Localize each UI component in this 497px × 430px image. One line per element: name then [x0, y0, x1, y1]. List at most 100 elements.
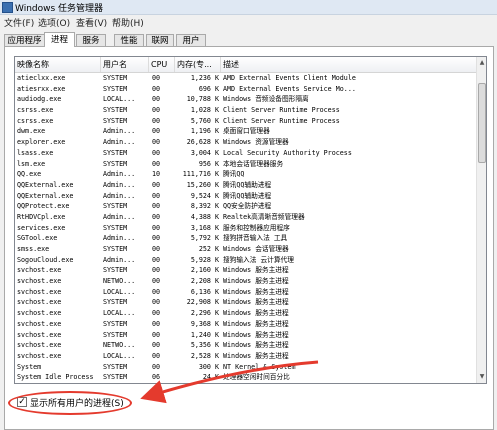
column-image-name[interactable]: 映像名称 [15, 57, 101, 72]
cell-memory: 2,160 K [190, 266, 219, 275]
table-row[interactable]: System Idle Process SYSTEM 06 24 K 处理器空闲时间百分… [15, 372, 476, 383]
cell-description: Realtek高清晰音频管理器 [223, 212, 305, 221]
cell-cpu: 00 [152, 95, 161, 104]
table-row[interactable]: services.exe SYSTEM 00 3,168 K 服务和控制器应用程序 [15, 223, 476, 234]
column-description[interactable]: 描述 [221, 57, 476, 72]
cell-memory: 24 K [202, 373, 219, 382]
cell-image-name: smss.exe [17, 245, 50, 253]
cell-image-name: csrss.exe [17, 116, 54, 125]
vertical-scrollbar[interactable]: ▲ ▼ [476, 57, 486, 383]
tab-services[interactable]: 服务 [76, 34, 106, 46]
cell-memory: 300 K [198, 362, 219, 371]
table-row[interactable]: lsass.exe SYSTEM 00 3,004 K Local Security A… [15, 148, 476, 159]
cell-user-name: SYSTEM [103, 159, 128, 168]
cell-user-name: NETWO... [103, 341, 136, 350]
cell-cpu: 00 [152, 116, 161, 125]
cell-description: 本地会话管理器服务 [223, 159, 284, 168]
cell-image-name: lsm.exe [17, 159, 46, 168]
cell-user-name: Admin... [103, 127, 136, 136]
cell-memory: 1,028 K [190, 106, 219, 115]
table-row[interactable]: RtHDVCpl.exe Admin... 00 4,388 K Realtek高清晰音… [15, 212, 476, 223]
process-list[interactable]: 映像名称 用户名 CPU 内存(专... 描述 atieclxx.exe SYST… [14, 56, 487, 384]
menu-options[interactable]: 选项(O) [38, 16, 70, 29]
cell-memory: 9,524 K [190, 191, 219, 200]
table-row[interactable]: audiodg.exe LOCAL... 00 10,788 K Windows 音频设… [15, 94, 476, 105]
title-bar: Windows 任务管理器 [0, 0, 497, 15]
table-row[interactable]: QQProtect.exe SYSTEM 00 8,392 K QQ安全防护进程 [15, 201, 476, 212]
cell-memory: 1,240 K [190, 330, 219, 339]
table-row[interactable]: svchost.exe LOCAL... 00 2,296 K Windows 服务主进… [15, 308, 476, 319]
column-memory[interactable]: 内存(专... [175, 57, 221, 72]
menu-view[interactable]: 查看(V) [76, 16, 107, 29]
cell-cpu: 00 [152, 341, 161, 350]
cell-cpu: 00 [152, 330, 161, 339]
menu-help[interactable]: 帮助(H) [112, 16, 144, 29]
table-row[interactable]: explorer.exe Admin... 00 26,628 K Windows 资源… [15, 137, 476, 148]
cell-memory: 111,716 K [182, 170, 219, 179]
cell-image-name: svchost.exe [17, 351, 62, 360]
cell-description: 腾讯QQ辅助进程 [223, 180, 272, 189]
table-row[interactable]: csrss.exe SYSTEM 00 1,028 K Client Server Ru… [15, 105, 476, 116]
cell-memory: 4,104 K [175, 383, 219, 384]
cell-image-name: taskhost.exe [17, 383, 102, 384]
table-row[interactable]: SogouCloud.exe Admin... 00 5,928 K 搜狗输入法 云计算… [15, 255, 476, 266]
table-row[interactable]: atieclxx.exe SYSTEM 00 1,236 K AMD External … [15, 73, 476, 84]
cell-cpu: 06 [152, 373, 161, 382]
task-manager-icon [2, 2, 13, 13]
cell-description: Windows 服务主进程 [223, 330, 289, 339]
cell-user-name: SYSTEM [103, 84, 128, 93]
cell-memory: 5,928 K [190, 255, 219, 264]
cell-image-name: QQExternal.exe [17, 191, 74, 200]
tab-processes[interactable]: 进程 [44, 32, 75, 47]
table-row[interactable]: svchost.exe LOCAL... 00 2,528 K Windows 服务主进… [15, 351, 476, 362]
table-row[interactable]: svchost.exe NETWO... 00 5,356 K Windows 服务主进… [15, 340, 476, 351]
table-row[interactable]: svchost.exe SYSTEM 00 2,160 K Windows 服务主进程 [15, 265, 476, 276]
tab-strip: 应用程序 进程 服务 性能 联网 用户 [0, 32, 497, 47]
cell-user-name: SYSTEM [103, 202, 128, 211]
table-row[interactable]: QQ.exe Admin... 10 111,716 K 腾讯QQ [15, 169, 476, 180]
column-user-name[interactable]: 用户名 [101, 57, 149, 72]
cell-memory: 696 K [198, 84, 219, 93]
table-row[interactable]: csrss.exe SYSTEM 00 5,760 K Client Server Ru… [15, 116, 476, 127]
cell-cpu: 00 [152, 148, 161, 157]
cell-image-name: QQProtect.exe [17, 202, 70, 211]
table-row[interactable]: QQExternal.exe Admin... 00 9,524 K 腾讯QQ辅助进程 [15, 191, 476, 202]
cell-image-name: svchost.exe [17, 298, 62, 307]
cell-memory: 9,368 K [190, 319, 219, 328]
column-cpu[interactable]: CPU [149, 57, 175, 72]
cell-description: Windows 服务主进程 [223, 277, 289, 286]
table-row[interactable]: atiesrxx.exe SYSTEM 00 696 K AMD External Ev… [15, 84, 476, 95]
table-row[interactable]: System SYSTEM 00 300 K NT Kernel & System [15, 362, 476, 373]
scroll-up-icon[interactable]: ▲ [477, 57, 486, 69]
scroll-down-icon[interactable]: ▼ [477, 371, 486, 383]
table-row[interactable]: svchost.exe SYSTEM 00 9,368 K Windows 服务主进程 [15, 319, 476, 330]
table-row[interactable]: svchost.exe SYSTEM 00 1,240 K Windows 服务主进程 [15, 330, 476, 341]
menu-file[interactable]: 文件(F) [4, 16, 34, 29]
cell-image-name: QQExternal.exe [17, 180, 74, 189]
cell-description: 处理器空闲时间百分比 [223, 373, 290, 382]
scroll-thumb[interactable] [478, 83, 486, 163]
tab-performance[interactable]: 性能 [114, 34, 144, 46]
cell-description: Windows 音频设备图形隔离 [223, 95, 309, 104]
cell-image-name: explorer.exe [17, 138, 66, 147]
tab-users[interactable]: 用户 [176, 34, 206, 46]
cell-cpu: 00 [152, 223, 161, 232]
cell-memory: 2,208 K [190, 277, 219, 286]
table-row[interactable]: dwm.exe Admin... 00 1,196 K 桌面窗口管理器 [15, 126, 476, 137]
cell-user-name: LOCAL... [103, 309, 136, 318]
tab-applications[interactable]: 应用程序 [4, 34, 45, 46]
cell-user-name: SYSTEM [103, 223, 128, 232]
table-row[interactable]: svchost.exe LOCAL... 00 6,136 K Windows 服务主进… [15, 287, 476, 298]
table-row[interactable]: lsm.exe SYSTEM 00 956 K 本地会话管理器服务 [15, 159, 476, 170]
cell-user-name: SYSTEM [103, 266, 128, 275]
cell-memory: 5,356 K [190, 341, 219, 350]
table-row[interactable]: svchost.exe SYSTEM 00 22,908 K Windows 服务主进程 [15, 297, 476, 308]
table-row[interactable]: smss.exe SYSTEM 00 252 K Windows 会话管理器 [15, 244, 476, 255]
tab-networking[interactable]: 联网 [146, 34, 174, 46]
table-row[interactable]: taskhost.exeAdmin...004,104 K Windows 任务的… [15, 383, 476, 384]
table-row[interactable]: svchost.exe NETWO... 00 2,208 K Windows 服务主进… [15, 276, 476, 287]
cell-image-name: atiesrxx.exe [17, 84, 66, 93]
table-row[interactable]: QQExternal.exe Admin... 00 15,260 K 腾讯QQ辅助进程 [15, 180, 476, 191]
table-row[interactable]: SGTool.exe Admin... 00 5,792 K 搜狗拼音输入法 工具 [15, 233, 476, 244]
cell-memory: 1,196 K [190, 127, 219, 136]
